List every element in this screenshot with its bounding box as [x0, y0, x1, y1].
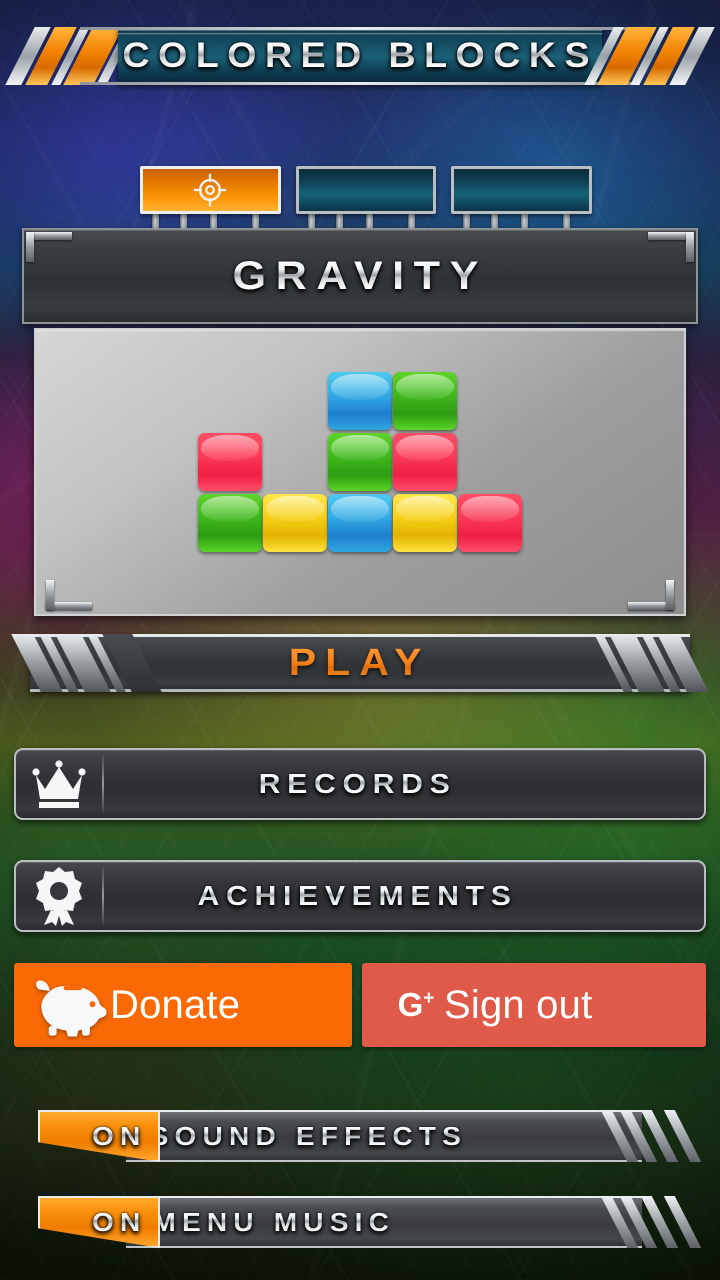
- sound-effects-state-toggle[interactable]: ON: [38, 1110, 160, 1162]
- title-top-rule: [80, 27, 640, 30]
- sound-effects-label: SOUND EFFECTS: [113, 1121, 467, 1152]
- preview-block-red: [458, 494, 522, 552]
- sound-effects-state: ON: [91, 1120, 147, 1151]
- donate-label: Donate: [110, 982, 241, 1027]
- mode-title-text: GRAVITY: [232, 253, 488, 298]
- achievements-button[interactable]: ACHIEVEMENTS: [14, 860, 706, 932]
- preview-block-blue: [328, 494, 392, 552]
- title-plate: COLORED BLOCKS: [118, 27, 602, 85]
- donate-button[interactable]: Donate: [14, 963, 352, 1047]
- play-button-plate: PLAY: [30, 634, 690, 692]
- menu-music-state: ON: [91, 1206, 147, 1237]
- title-bottom-rule: [80, 82, 640, 85]
- app-title-text: COLORED BLOCKS: [122, 36, 598, 75]
- play-button-label: PLAY: [289, 641, 431, 684]
- corner-bracket-bottom-left: [46, 580, 92, 610]
- preview-block-grid: [198, 372, 522, 554]
- game-mode-tabs[interactable]: [140, 166, 593, 214]
- corner-bracket-top-left: [26, 232, 72, 262]
- corner-bracket-top-right: [648, 232, 694, 262]
- preview-block-green: [328, 433, 392, 491]
- records-label: RECORDS: [80, 768, 720, 800]
- records-button[interactable]: RECORDS: [14, 748, 706, 820]
- tab-mode-target[interactable]: [140, 166, 281, 214]
- corner-bracket-bottom-right: [628, 580, 674, 610]
- achievements-label: ACHIEVEMENTS: [80, 880, 720, 912]
- title-right-chevrons: [584, 27, 715, 85]
- piggy-bank-icon: [36, 980, 107, 1037]
- mode-title-header: GRAVITY: [22, 228, 698, 324]
- preview-block-yellow: [393, 494, 457, 552]
- preview-block-green: [393, 372, 457, 430]
- preview-block-green: [198, 494, 262, 552]
- sound-effects-bar: SOUND EFFECTS: [126, 1110, 642, 1162]
- tab-mode-3[interactable]: [451, 166, 593, 214]
- play-button[interactable]: PLAY: [11, 634, 709, 692]
- google-plus-icon: G+: [397, 986, 435, 1023]
- sound-effects-toggle-row[interactable]: SOUND EFFECTS ON: [14, 1110, 706, 1162]
- menu-music-state-toggle[interactable]: ON: [38, 1196, 160, 1248]
- tab-mode-2[interactable]: [295, 166, 437, 214]
- menu-music-toggle-row[interactable]: MENU MUSIC ON: [14, 1196, 706, 1248]
- social-button-row: Donate G+ Sign out: [14, 963, 706, 1047]
- signout-label: Sign out: [444, 982, 593, 1027]
- preview-block-blue: [328, 372, 392, 430]
- preview-block-red: [393, 433, 457, 491]
- preview-block-yellow: [263, 494, 327, 552]
- preview-block-red: [198, 433, 262, 491]
- target-icon: [194, 173, 227, 207]
- menu-music-bar: MENU MUSIC: [126, 1196, 642, 1248]
- app-title-banner: COLORED BLOCKS: [5, 27, 715, 85]
- signout-button[interactable]: G+ Sign out: [362, 963, 706, 1047]
